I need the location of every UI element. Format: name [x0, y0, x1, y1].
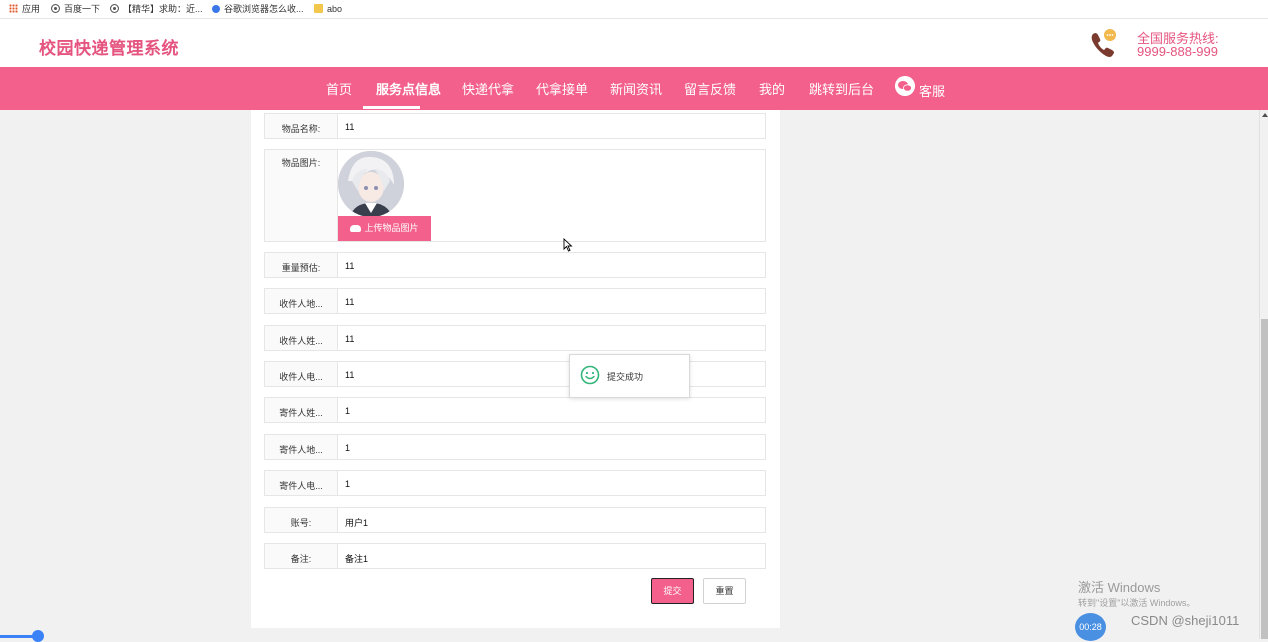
- hotline-number: 9999-888-999: [1137, 44, 1218, 59]
- field-label: 物品图片:: [265, 150, 338, 241]
- upload-label: 上传物品图片: [364, 223, 419, 233]
- field-label: 寄件人电...: [265, 471, 338, 495]
- form-row-sender-phone: 寄件人电... 1: [264, 470, 766, 496]
- progress-handle[interactable]: [32, 630, 44, 642]
- bookmark-chrome-tip[interactable]: 谷歌浏览器怎么收...: [212, 3, 304, 15]
- form-row-account: 账号: 用户1: [264, 507, 766, 533]
- site-header: 校园快递管理系统 全国服务热线: 9999-888-999: [0, 19, 1268, 67]
- sender-phone-input[interactable]: 1: [345, 479, 350, 489]
- form-row-item-image: 物品图片: 上传物品图片: [264, 149, 766, 242]
- item-name-input[interactable]: 11: [345, 122, 354, 132]
- bookmark-help-post[interactable]: 【精华】求助：近...: [110, 3, 203, 15]
- field-label: 备注:: [265, 544, 338, 568]
- wechat-icon[interactable]: [895, 76, 915, 96]
- field-label: 寄件人姓...: [265, 398, 338, 422]
- bookmark-folder-abo[interactable]: abo: [314, 3, 342, 15]
- field-label: 账号:: [265, 508, 338, 532]
- bookmarks-bar: 应用 百度一下 【精华】求助：近... 谷歌浏览器怎么收... abo: [0, 0, 1268, 19]
- bookmark-label: 谷歌浏览器怎么收...: [224, 4, 304, 14]
- reset-button[interactable]: 重置: [703, 578, 746, 604]
- bookmark-apps[interactable]: 应用: [9, 3, 40, 15]
- mouse-cursor-icon: [563, 238, 573, 252]
- submit-button[interactable]: 提交: [651, 578, 694, 604]
- success-toast: 提交成功: [569, 354, 690, 398]
- paw-icon: [212, 5, 220, 13]
- form-row-sender-address: 寄件人地... 1: [264, 434, 766, 460]
- scroll-up-arrow-icon[interactable]: [1262, 113, 1268, 117]
- nav-active-indicator: [363, 106, 420, 109]
- remark-input[interactable]: 备注1: [345, 552, 368, 565]
- field-label: 收件人电...: [265, 362, 338, 386]
- main-nav: 首页 服务点信息 快递代拿 代拿接单 新闻资讯 留言反馈 我的 跳转到后台 客服: [0, 67, 1268, 110]
- bookmark-label: abo: [327, 4, 343, 14]
- smile-icon: [580, 365, 600, 385]
- nav-express-pickup[interactable]: 快递代拿: [462, 79, 514, 98]
- recipient-address-input[interactable]: 11: [345, 297, 354, 307]
- site-title: 校园快递管理系统: [39, 39, 179, 58]
- sender-name-input[interactable]: 1: [345, 406, 350, 416]
- bookmark-baidu[interactable]: 百度一下: [51, 3, 100, 15]
- cloud-upload-icon: [350, 225, 362, 232]
- globe-icon: [110, 4, 119, 13]
- account-input[interactable]: 用户1: [345, 516, 368, 529]
- timer-badge: 00:28: [1075, 613, 1106, 641]
- bookmark-label: 百度一下: [64, 4, 101, 14]
- folder-icon: [314, 4, 323, 13]
- field-label: 收件人姓...: [265, 326, 338, 350]
- recipient-name-input[interactable]: 11: [345, 334, 354, 344]
- nav-pickup-orders[interactable]: 代拿接单: [536, 79, 588, 98]
- field-label: 重量预估:: [265, 253, 338, 277]
- form-row-sender-name: 寄件人姓... 1: [264, 397, 766, 423]
- sender-address-input[interactable]: 1: [345, 443, 350, 453]
- form-row-item-name: 物品名称: 11: [264, 113, 766, 139]
- csdn-watermark: CSDN @sheji1011: [1131, 613, 1240, 628]
- windows-activation-title: 激活 Windows: [1078, 580, 1161, 595]
- bookmark-label: 【精华】求助：近...: [123, 4, 203, 14]
- form-row-remark: 备注: 备注1: [264, 543, 766, 569]
- scroll-thumb[interactable]: [1261, 319, 1268, 639]
- weight-input[interactable]: 11: [345, 261, 354, 271]
- form-row-recipient-address: 收件人地... 11: [264, 288, 766, 314]
- windows-activation-subtitle: 转到"设置"以激活 Windows。: [1078, 598, 1196, 608]
- form-row-weight: 重量预估: 11: [264, 252, 766, 278]
- upload-image-button[interactable]: 上传物品图片: [338, 216, 431, 241]
- phone-icon: [1091, 29, 1116, 57]
- nav-mine[interactable]: 我的: [759, 79, 785, 98]
- nav-customer-service[interactable]: 客服: [919, 81, 945, 100]
- nav-home[interactable]: 首页: [326, 79, 352, 98]
- nav-service-points[interactable]: 服务点信息: [376, 79, 441, 98]
- form-row-recipient-name: 收件人姓... 11: [264, 325, 766, 351]
- field-label: 寄件人地...: [265, 435, 338, 459]
- nav-feedback[interactable]: 留言反馈: [684, 79, 736, 98]
- apps-grid-icon: [9, 4, 18, 13]
- item-image-preview: [338, 151, 404, 217]
- globe-icon: [51, 4, 60, 13]
- form-row-recipient-phone: 收件人电... 11: [264, 361, 766, 387]
- nav-news[interactable]: 新闻资讯: [610, 79, 662, 98]
- recipient-phone-input[interactable]: 11: [345, 370, 354, 380]
- field-label: 物品名称:: [265, 114, 338, 138]
- toast-message: 提交成功: [607, 372, 644, 382]
- nav-admin[interactable]: 跳转到后台: [809, 79, 874, 98]
- bookmark-label: 应用: [22, 4, 41, 14]
- field-label: 收件人地...: [265, 289, 338, 313]
- page-scrollbar[interactable]: [1259, 110, 1268, 639]
